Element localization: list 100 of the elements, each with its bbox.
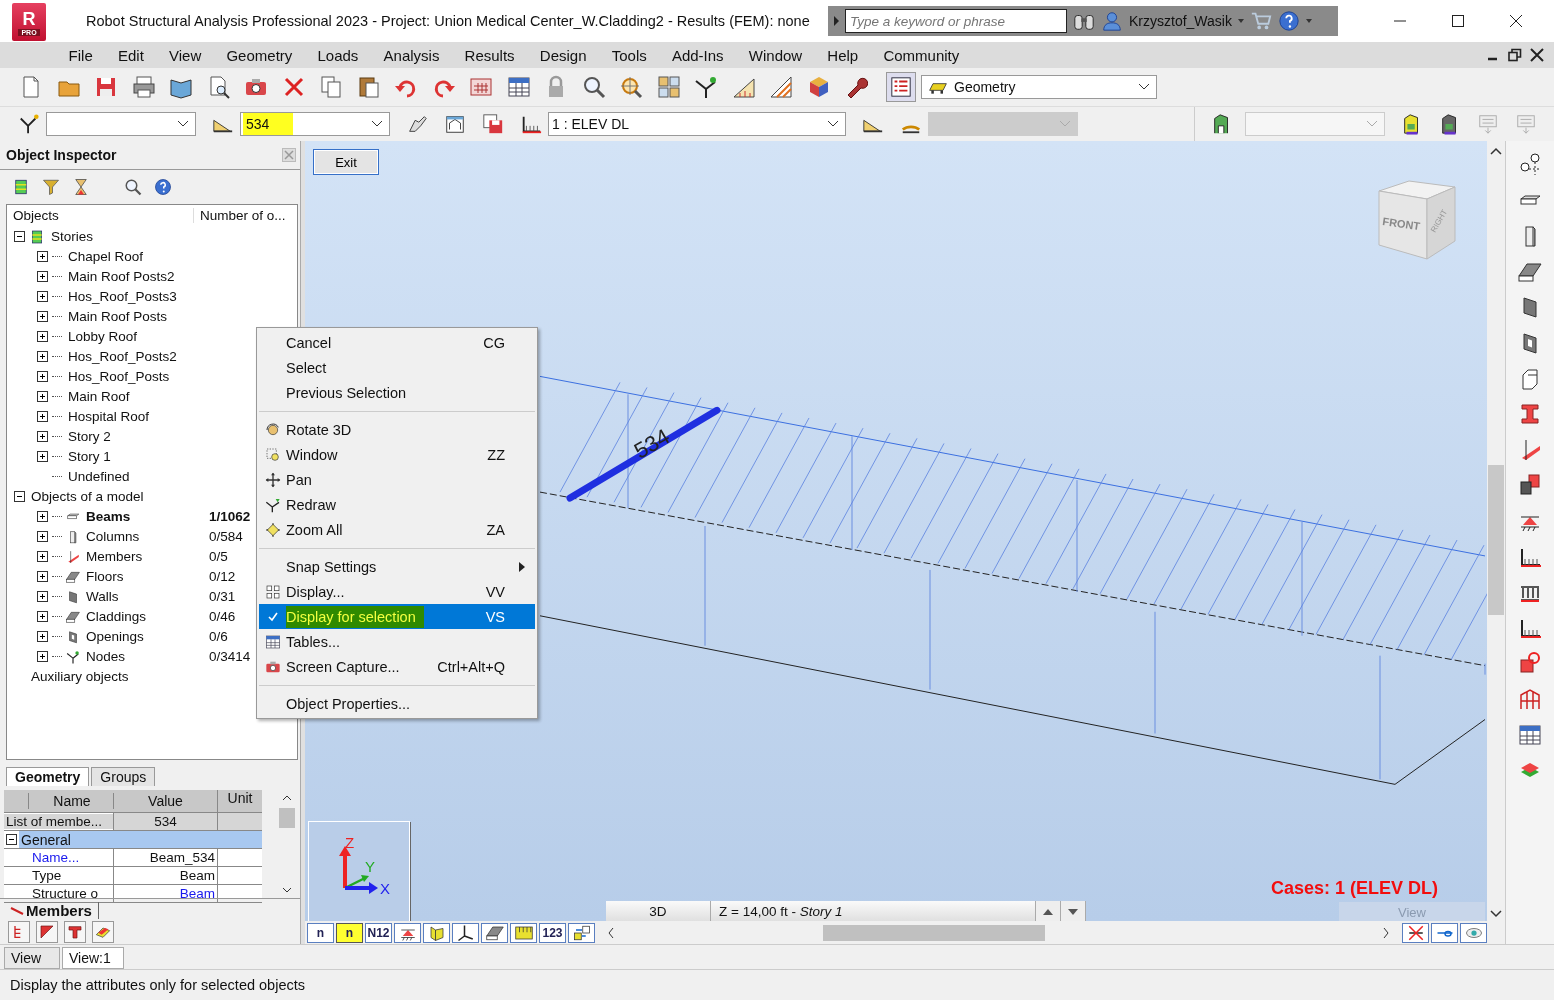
hand-query-icon[interactable] [406, 113, 428, 135]
view-tab[interactable]: View:1 [62, 947, 124, 969]
caret-icon[interactable] [1237, 19, 1244, 23]
crossed-node-icon[interactable] [1406, 923, 1425, 942]
menu-item[interactable]: Screen Capture... Ctrl+Alt+Q [259, 654, 535, 679]
hatched-triangle-icon[interactable] [769, 75, 793, 99]
property-group[interactable]: General [19, 831, 262, 849]
help-icon[interactable] [1277, 10, 1300, 32]
user-name[interactable]: Krzysztof_Wasik [1129, 13, 1232, 29]
tree-item[interactable]: Stories [51, 229, 94, 245]
node-dropdown[interactable] [46, 112, 196, 136]
frame-icon[interactable] [1518, 686, 1542, 711]
expander-icon[interactable] [37, 531, 48, 543]
attribute-button[interactable]: N12 [365, 922, 392, 943]
attribute-button[interactable] [452, 922, 479, 943]
expander-icon[interactable] [37, 391, 48, 403]
menu-item[interactable]: Edit [105, 46, 157, 64]
horizontal-scrollbar[interactable] [607, 922, 1390, 943]
tree-item[interactable]: Walls [86, 589, 119, 605]
column-header[interactable]: Number of o... [194, 208, 286, 224]
table-icon[interactable] [1518, 722, 1542, 747]
expander-icon[interactable] [37, 511, 48, 523]
chevron-icon[interactable] [1490, 910, 1502, 918]
tree-item[interactable]: Story 2 [68, 429, 111, 445]
menu-item[interactable]: Help [814, 46, 871, 64]
scroll-thumb[interactable] [823, 924, 1045, 941]
close-icon[interactable] [1530, 48, 1544, 62]
calculator-icon[interactable] [469, 75, 493, 99]
tree-item[interactable]: Hos_Roof_Posts2 [68, 349, 177, 365]
menu-item[interactable]: Window [736, 46, 815, 64]
bar-selection-dropdown[interactable]: 534 [240, 112, 390, 136]
expander-icon[interactable] [37, 631, 48, 643]
layout-dropdown[interactable]: Geometry [921, 75, 1157, 99]
expander-icon[interactable] [37, 571, 48, 583]
printer-icon[interactable] [131, 75, 156, 99]
menu-item[interactable]: Loads [304, 46, 371, 64]
tree-item[interactable]: Hos_Roof_Posts [68, 369, 170, 385]
filter-icon[interactable] [42, 177, 60, 196]
section-button[interactable] [36, 920, 58, 943]
chevron-icon[interactable] [1490, 147, 1502, 155]
attribute-button[interactable]: n [307, 922, 334, 943]
menu-item[interactable]: Rotate 3D [259, 417, 535, 442]
chevron-icon[interactable] [827, 120, 839, 128]
tree-item[interactable]: Floors [86, 569, 124, 585]
tree-item[interactable]: Hospital Roof [68, 409, 150, 425]
view-mode-button[interactable]: 3D [606, 901, 711, 921]
menu-item[interactable]: Analysis [370, 46, 452, 64]
expander-icon[interactable] [37, 371, 48, 383]
tree-item[interactable]: Members [86, 549, 143, 565]
tree-item[interactable]: Beams [86, 509, 131, 525]
chevron-icon[interactable] [1138, 83, 1150, 91]
menu-item[interactable]: Community [870, 46, 972, 64]
view-tab[interactable]: View [4, 947, 60, 969]
profile-button[interactable] [64, 920, 86, 943]
attribute-button[interactable]: n [336, 922, 363, 943]
chevron-icon[interactable] [371, 120, 383, 128]
tree-item[interactable]: Claddings [86, 609, 147, 625]
chevron-icon[interactable] [177, 120, 189, 128]
node-arrow-icon[interactable] [694, 75, 718, 99]
expander-icon[interactable] [37, 611, 48, 623]
save-icon[interactable] [94, 75, 118, 99]
menu-item[interactable]: Select [259, 355, 535, 380]
menu-item[interactable]: Redraw [259, 492, 535, 517]
zoom-icon[interactable] [581, 75, 606, 99]
attribute-button[interactable] [423, 922, 450, 943]
menu-item[interactable]: File [56, 46, 106, 64]
expand-icon[interactable] [834, 16, 839, 26]
tree-item[interactable]: Hos_Roof_Posts3 [68, 289, 177, 305]
level-field[interactable]: Z = 14,00 ft - Story 1 [711, 901, 1036, 921]
tree-item[interactable]: Auxiliary objects [31, 669, 129, 685]
expander-icon[interactable] [37, 331, 48, 343]
hourglass-icon[interactable] [72, 177, 90, 196]
menu-item[interactable]: Design [527, 46, 600, 64]
tree-item[interactable]: Columns [86, 529, 140, 545]
column-header[interactable]: Objects [7, 208, 194, 224]
close-icon[interactable] [1509, 14, 1523, 28]
menu-item[interactable]: Tables... [259, 629, 535, 654]
chevron-icon[interactable] [282, 886, 292, 895]
menu-item[interactable]: Display... VV [259, 579, 535, 604]
release-icon[interactable] [1518, 651, 1542, 676]
menu-item[interactable]: Display for selection VS [259, 604, 535, 629]
expander-icon[interactable] [37, 271, 48, 283]
chevron-icon[interactable] [1382, 926, 1390, 939]
expander-icon[interactable] [37, 291, 48, 303]
expander-icon[interactable] [37, 451, 48, 463]
triangle-ruler-icon[interactable] [731, 75, 756, 99]
node-query-icon[interactable] [18, 113, 40, 135]
menu-item[interactable]: Window ZZ [259, 442, 535, 467]
tree-item[interactable]: Objects of a model [31, 489, 144, 505]
menu-item[interactable]: Results [452, 46, 528, 64]
table-icon[interactable] [506, 75, 531, 99]
grid-axis-icon[interactable] [1518, 153, 1542, 177]
column-header[interactable]: Value [113, 793, 217, 810]
scroll-thumb[interactable] [1488, 465, 1504, 615]
expander-icon[interactable] [37, 651, 48, 663]
members-tab[interactable]: Members [8, 902, 99, 920]
tree-item[interactable]: Main Roof Posts2 [68, 269, 175, 285]
restore-icon[interactable] [1508, 48, 1522, 62]
tree-item[interactable]: Openings [86, 629, 144, 645]
caret-icon[interactable] [1305, 19, 1312, 23]
